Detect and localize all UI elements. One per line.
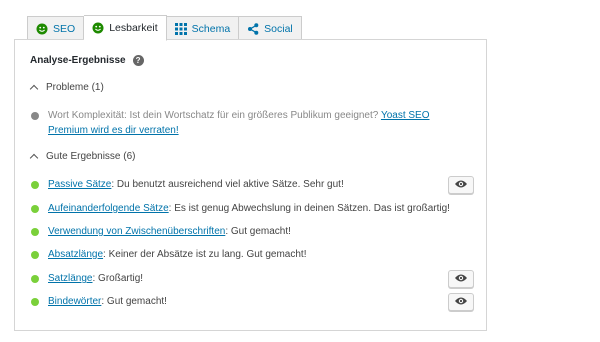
item-text: Wort Komplexität: Ist dein Wortschatz fü… bbox=[48, 110, 381, 121]
status-bullet-green bbox=[31, 297, 39, 306]
item-link[interactable]: Passive Sätze bbox=[48, 179, 111, 190]
item-text: : Keiner der Absätze ist zu lang. Gut ge… bbox=[103, 249, 307, 260]
good-results-toggle[interactable]: Gute Ergebnisse (6) bbox=[29, 151, 136, 163]
eye-icon bbox=[454, 273, 468, 286]
analysis-tabs: SEO Lesbarkeit Schema Social bbox=[27, 14, 302, 41]
item-text: : Du benutzt ausreichend viel aktive Sät… bbox=[111, 179, 344, 190]
eye-button[interactable] bbox=[448, 176, 474, 194]
problems-toggle[interactable]: Probleme (1) bbox=[29, 82, 104, 94]
list-item: Verwendung von Zwischenüberschriften: Gu… bbox=[31, 224, 291, 239]
tab-label: Lesbarkeit bbox=[109, 22, 158, 34]
good-results-title: Gute Ergebnisse (6) bbox=[46, 151, 136, 162]
item-text: : Es ist genug Abwechslung in deinen Sät… bbox=[168, 203, 450, 214]
list-item: Satzlänge: Großartig! bbox=[31, 271, 143, 286]
smiley-green-icon bbox=[36, 23, 48, 35]
tab-seo[interactable]: SEO bbox=[27, 16, 85, 40]
status-bullet-green bbox=[31, 227, 39, 236]
tab-label: Schema bbox=[191, 22, 231, 35]
tab-label: SEO bbox=[53, 22, 76, 35]
list-item: Absatzlänge: Keiner der Absätze ist zu l… bbox=[31, 247, 307, 262]
list-item: Wort Komplexität: Ist dein Wortschatz fü… bbox=[31, 108, 451, 138]
eye-icon bbox=[454, 179, 468, 192]
item-text: : Gut gemacht! bbox=[225, 226, 291, 237]
tab-readability[interactable]: Lesbarkeit bbox=[84, 15, 167, 41]
list-item: Bindewörter: Gut gemacht! bbox=[31, 294, 167, 309]
tab-social[interactable]: Social bbox=[239, 16, 302, 40]
status-bullet-green bbox=[31, 180, 39, 189]
list-item: Passive Sätze: Du benutzt ausreichend vi… bbox=[31, 177, 344, 192]
status-bullet-green bbox=[31, 274, 39, 283]
status-bullet-green bbox=[31, 250, 39, 259]
page-title: Analyse-Ergebnisse bbox=[30, 55, 126, 66]
item-link[interactable]: Satzlänge bbox=[48, 273, 92, 284]
help-icon[interactable]: ? bbox=[132, 55, 144, 66]
status-bullet-gray bbox=[31, 111, 39, 120]
list-item: Aufeinanderfolgende Sätze: Es ist genug … bbox=[31, 201, 450, 216]
eye-icon bbox=[454, 296, 468, 309]
item-link[interactable]: Bindewörter bbox=[48, 296, 101, 307]
smiley-green-icon bbox=[92, 22, 104, 34]
tab-label: Social bbox=[264, 22, 293, 35]
eye-button[interactable] bbox=[448, 270, 474, 288]
item-link[interactable]: Aufeinanderfolgende Sätze bbox=[48, 203, 169, 214]
problems-title: Probleme (1) bbox=[46, 82, 104, 93]
item-link[interactable]: Absatzlänge bbox=[48, 249, 103, 260]
analysis-panel: Analyse-Ergebnisse ? Probleme (1) Wort K… bbox=[14, 39, 487, 331]
chevron-up-icon bbox=[29, 153, 39, 163]
chevron-up-icon bbox=[29, 84, 39, 94]
item-text: : Gut gemacht! bbox=[101, 296, 167, 307]
item-text: : Großartig! bbox=[92, 273, 144, 284]
grid-icon bbox=[174, 22, 187, 35]
item-link[interactable]: Verwendung von Zwischenüberschriften bbox=[48, 226, 225, 237]
eye-button[interactable] bbox=[448, 293, 474, 311]
share-icon bbox=[247, 22, 259, 35]
analysis-heading: Analyse-Ergebnisse ? bbox=[30, 55, 144, 66]
status-bullet-green bbox=[31, 204, 39, 213]
tab-schema[interactable]: Schema bbox=[166, 16, 240, 40]
